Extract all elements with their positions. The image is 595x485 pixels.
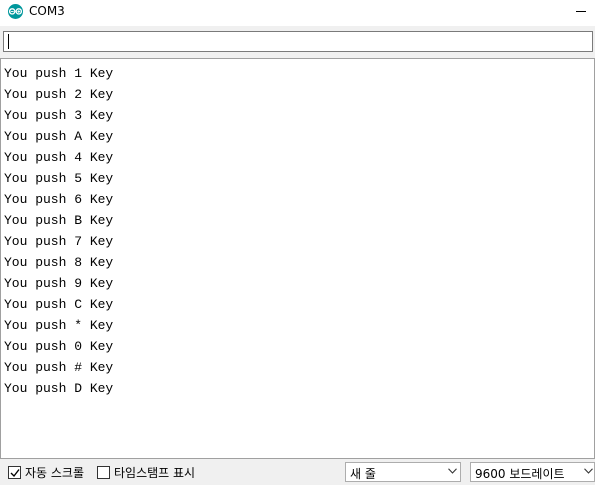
status-bar: 자동 스크롤 타임스탬프 표시 새 줄 9600 보드레이트: [0, 459, 595, 485]
baud-rate-value: 9600 보드레이트: [475, 467, 565, 481]
output-line: You push B Key: [4, 213, 114, 228]
serial-output-lines: You push 1 Key You push 2 Key You push 3 K…: [4, 63, 113, 399]
arduino-logo-icon: [8, 4, 23, 19]
output-line: You push A Key: [4, 129, 114, 144]
output-line: You push 9 Key: [4, 276, 114, 291]
output-line: You push 2 Key: [4, 87, 114, 102]
autoscroll-checkbox[interactable]: [8, 465, 21, 479]
send-bar: [0, 26, 595, 58]
timestamp-checkbox[interactable]: [97, 465, 110, 479]
chevron-down-icon: [448, 468, 457, 474]
window-title: COM3: [29, 4, 65, 18]
serial-output-area[interactable]: You push 1 Key You push 2 Key You push 3 K…: [0, 58, 595, 459]
output-line: You push C Key: [4, 297, 114, 312]
serial-monitor-window: COM3 You push 1 Key You push 2 Key You pus…: [0, 0, 595, 485]
text-caret: [8, 34, 9, 49]
output-line: You push 8 Key: [4, 255, 114, 270]
autoscroll-toggle[interactable]: 자동 스크롤: [8, 464, 84, 480]
output-line: You push 6 Key: [4, 192, 114, 207]
line-ending-value: 새 줄: [350, 467, 376, 481]
output-line: You push 3 Key: [4, 108, 114, 123]
output-line: You push * Key: [4, 318, 114, 333]
output-line: You push 4 Key: [4, 150, 114, 165]
output-line: You push 0 Key: [4, 339, 114, 354]
output-line: You push # Key: [4, 360, 114, 375]
title-bar: COM3: [0, 0, 595, 26]
minimize-button[interactable]: [570, 0, 592, 24]
output-line: You push 7 Key: [4, 234, 114, 249]
timestamp-label: 타임스탬프 표시: [114, 465, 196, 480]
output-line: You push 1 Key: [4, 66, 114, 81]
timestamp-toggle[interactable]: 타임스탬프 표시: [97, 464, 195, 480]
line-ending-select[interactable]: 새 줄: [345, 462, 461, 482]
output-line: You push D Key: [4, 381, 114, 396]
output-line: You push 5 Key: [4, 171, 114, 186]
send-input[interactable]: [3, 31, 593, 52]
checkmark-icon: [10, 468, 20, 477]
autoscroll-label: 자동 스크롤: [25, 465, 85, 480]
chevron-down-icon: [584, 468, 593, 474]
baud-rate-select[interactable]: 9600 보드레이트: [470, 462, 595, 482]
